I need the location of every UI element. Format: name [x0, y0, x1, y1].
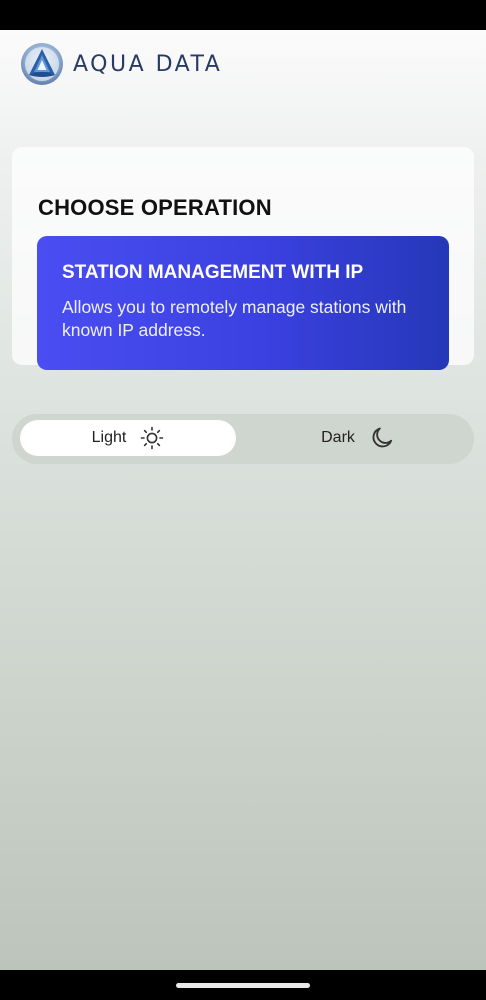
station-management-ip-card[interactable]: STATION MANAGEMENT WITH IP Allows you to… — [37, 236, 449, 370]
theme-option-light[interactable]: Light — [20, 420, 236, 456]
choose-operation-panel: CHOOSE OPERATION STATION MANAGEMENT WITH… — [12, 147, 474, 370]
home-indicator[interactable] — [176, 983, 310, 988]
theme-option-label: Dark — [321, 429, 355, 446]
aqua-data-logo-icon — [21, 43, 63, 85]
brand-name: AQUA DATA — [73, 51, 223, 77]
app-screen: AQUA DATA CHOOSE OPERATION STATION MANAG… — [0, 30, 486, 970]
theme-option-dark[interactable]: Dark — [250, 420, 466, 456]
theme-option-label: Light — [91, 429, 127, 446]
operation-card-title: STATION MANAGEMENT WITH IP — [62, 262, 364, 283]
moon-icon — [372, 427, 393, 448]
app-header: AQUA DATA — [20, 42, 222, 86]
sun-icon — [141, 426, 164, 450]
status-bar — [0, 0, 486, 30]
theme-toggle: Light Dark — [12, 414, 474, 464]
operation-card-description: Allows you to remotely manage stations w… — [62, 297, 407, 340]
choose-operation-title: CHOOSE OPERATION — [38, 195, 272, 220]
